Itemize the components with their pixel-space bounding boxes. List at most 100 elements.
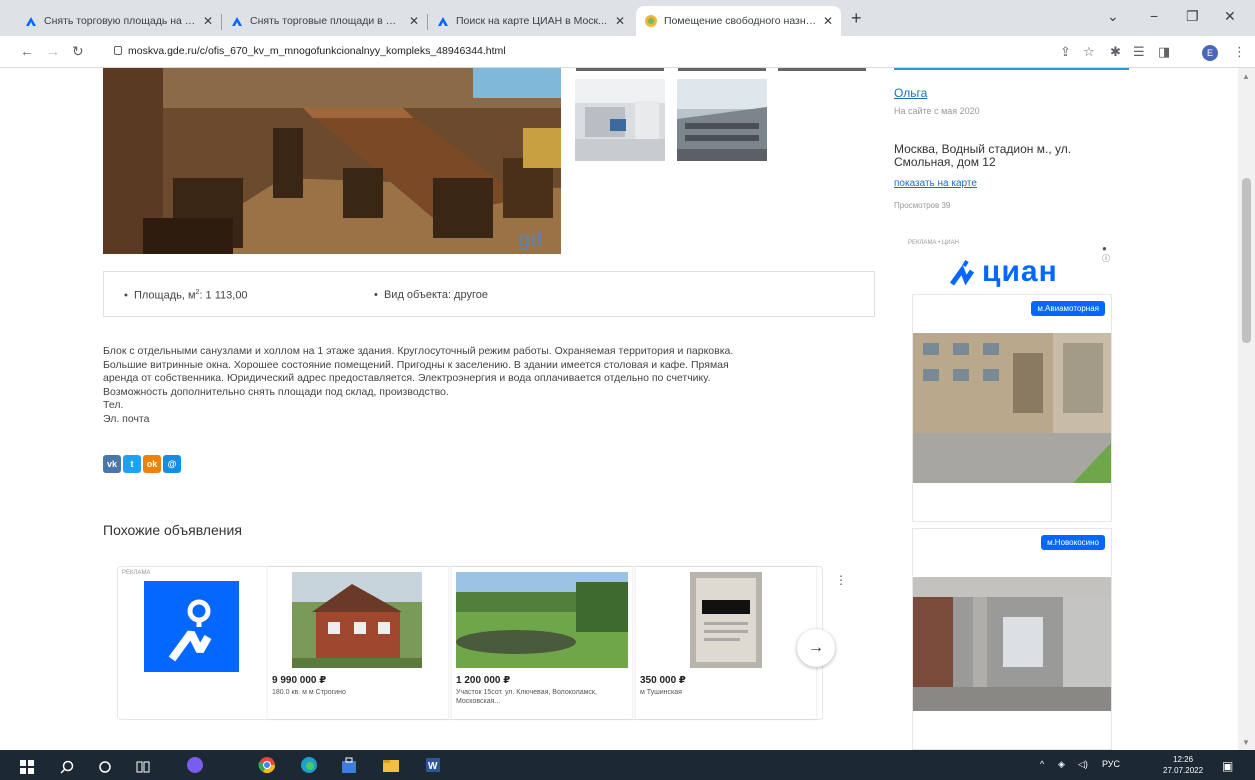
edge-icon[interactable] (300, 756, 318, 774)
cortana-icon[interactable] (98, 758, 112, 776)
ad-listing-card[interactable]: м.Новокосино (912, 528, 1112, 750)
scroll-thumb[interactable] (1242, 178, 1251, 343)
thumb-stub (678, 68, 766, 71)
cian-location-icon (168, 599, 212, 662)
card-address: 180.0 кв. м м Строгино (272, 689, 346, 696)
close-tab-icon[interactable]: ✕ (615, 14, 625, 28)
seller-since: На сайте с мая 2020 (894, 106, 980, 116)
chrome-icon[interactable] (258, 756, 276, 774)
ok-share-icon[interactable]: ok (143, 455, 161, 473)
tray-chevron-icon[interactable]: ^ (1040, 759, 1044, 769)
thumbnail-interior[interactable] (575, 79, 665, 161)
page-scrollbar[interactable]: ▲ ▼ (1238, 68, 1255, 750)
cian-logo-icon (950, 259, 975, 286)
show-on-map-link[interactable]: показать на карте (894, 178, 977, 189)
close-tab-icon[interactable]: ✕ (409, 14, 419, 28)
cian-logo-tile[interactable] (144, 581, 239, 672)
description-line: Большие витринные окна. Хорошее состояни… (103, 358, 729, 371)
app-icon[interactable] (186, 756, 204, 774)
mailru-share-icon[interactable]: @ (163, 455, 181, 473)
conference-room-image: gd (103, 68, 561, 254)
description-line: аренда от собственника. Юридический адре… (103, 372, 711, 384)
ad-listing-card[interactable]: м.Авиамоторная (912, 294, 1112, 522)
thumb-stub (576, 68, 664, 71)
cian-favicon-icon (232, 17, 242, 26)
twitter-share-icon[interactable]: t (123, 455, 141, 473)
cian-ad-banner[interactable]: РЕКЛАМА • ЦИАН ● ⓘ циан м.Авиамоторная м… (904, 234, 1120, 750)
cian-logo: циан (950, 254, 1058, 290)
bookmark-star-icon[interactable]: ☆ (1083, 44, 1095, 60)
address-bar[interactable]: moskva.gde.ru/c/ofis_670_kv_m_mnogofunkc… (100, 40, 1100, 64)
browser-toolbar: ← → ↻ moskva.gde.ru/c/ofis_670_kv_m_mnog… (0, 36, 1255, 68)
description-line: Блок с отдельными санузлами и холлом на … (103, 345, 734, 357)
close-tab-icon[interactable]: ✕ (823, 14, 833, 28)
browser-tab-active[interactable]: Помещение свободного назна... ✕ (636, 6, 841, 36)
thumb-stub (778, 68, 866, 71)
param-area: • Площадь, м2: 1 113,00 (124, 289, 248, 302)
scroll-down-icon[interactable]: ▼ (1242, 738, 1250, 747)
carousel-next-button[interactable]: → (797, 629, 835, 667)
new-tab-icon[interactable]: + (851, 8, 862, 29)
similar-listings-title: Похожие объявления (103, 522, 242, 538)
file-explorer-icon[interactable] (382, 756, 400, 774)
ad-label: РЕКЛАМА • ЦИАН (908, 240, 959, 246)
side-panel-icon[interactable]: ◨ (1158, 44, 1170, 60)
close-tab-icon[interactable]: ✕ (203, 14, 213, 28)
social-share: vk t ok @ (103, 455, 181, 473)
scroll-up-icon[interactable]: ▲ (1242, 72, 1250, 81)
card-address: м Тушинская (640, 689, 682, 696)
browser-tab[interactable]: Поиск на карте ЦИАН в Моск... ✕ (428, 6, 633, 36)
param-object-type: • Вид объекта: другое (374, 289, 488, 301)
close-window-icon[interactable]: ✕ (1224, 8, 1236, 25)
minimize-icon[interactable]: − (1150, 8, 1158, 24)
svg-text:gd: gd (518, 229, 542, 251)
ad-info-icon[interactable]: ● ⓘ (1102, 244, 1110, 264)
metro-badge: м.Новокосино (1041, 535, 1105, 550)
similar-carousel: РЕКЛАМА 9 990 000 ₽ 180.0 кв. м м Строги… (117, 566, 847, 720)
card-address: Участок 15сот. ул. Ключевая, Волоколамск… (456, 689, 597, 705)
right-sidebar: Ольга На сайте с мая 2020 Москва, Водный… (880, 68, 1138, 750)
ad-label: РЕКЛАМА (122, 570, 151, 576)
reload-icon[interactable]: ↻ (72, 43, 84, 60)
clock-date: 27.07.2022 (1163, 766, 1204, 775)
cian-favicon-icon (438, 17, 448, 26)
vk-share-icon[interactable]: vk (103, 455, 121, 473)
tab-title: Поиск на карте ЦИАН в Моск... (456, 15, 607, 27)
back-icon[interactable]: ← (20, 43, 34, 59)
share-icon[interactable]: ⇪ (1060, 44, 1071, 60)
search-icon[interactable] (60, 758, 74, 776)
windows-start-icon[interactable] (20, 758, 34, 776)
gde-favicon-icon (645, 15, 657, 27)
lock-icon (114, 46, 122, 55)
profile-avatar[interactable]: E (1202, 45, 1218, 61)
forward-icon[interactable]: → (46, 43, 60, 59)
browser-tab[interactable]: Снять торговые площади в Мос... ✕ (222, 6, 427, 36)
tab-title: Помещение свободного назна... (664, 15, 817, 27)
similar-card[interactable]: 350 000 ₽ м Тушинская (636, 567, 816, 719)
network-icon[interactable]: ◈ (1058, 759, 1065, 770)
notifications-icon[interactable]: ▣ (1222, 759, 1233, 773)
thumbnail-exterior[interactable] (677, 79, 767, 161)
system-clock[interactable]: 12:26 27.07.2022 (1163, 754, 1203, 776)
task-view-icon[interactable] (136, 758, 150, 776)
menu-kebab-icon[interactable]: ⋮ (1233, 44, 1246, 60)
browser-tab[interactable]: Снять торговую площадь на ул... ✕ (16, 6, 221, 36)
tab-search-icon[interactable]: ⌄ (1107, 8, 1119, 25)
listing-params: • Площадь, м2: 1 113,00 • Вид объекта: д… (103, 271, 875, 317)
listing-address: Москва, Водный стадион м., ул. Смольная,… (894, 142, 1072, 169)
ad-options-icon[interactable]: ⋮ (835, 573, 847, 587)
store-icon[interactable] (340, 756, 358, 774)
card-price: 9 990 000 ₽ (272, 675, 327, 686)
word-icon[interactable]: W (424, 756, 442, 774)
seller-name-link[interactable]: Ольга (894, 86, 927, 100)
restore-icon[interactable]: ❐ (1186, 8, 1199, 25)
extension-icon[interactable]: ✱ (1110, 44, 1121, 60)
similar-card[interactable]: 1 200 000 ₽ Участок 15сот. ул. Ключевая,… (452, 567, 632, 719)
cian-favicon-icon (26, 17, 36, 26)
interior-photo (913, 577, 1111, 711)
keyboard-language[interactable]: РУС (1102, 759, 1120, 769)
main-listing-photo[interactable]: gd (103, 68, 561, 254)
speaker-icon[interactable]: ◁) (1078, 759, 1088, 770)
reading-list-icon[interactable]: ☰ (1133, 44, 1145, 60)
similar-card[interactable]: 9 990 000 ₽ 180.0 кв. м м Строгино (268, 567, 448, 719)
